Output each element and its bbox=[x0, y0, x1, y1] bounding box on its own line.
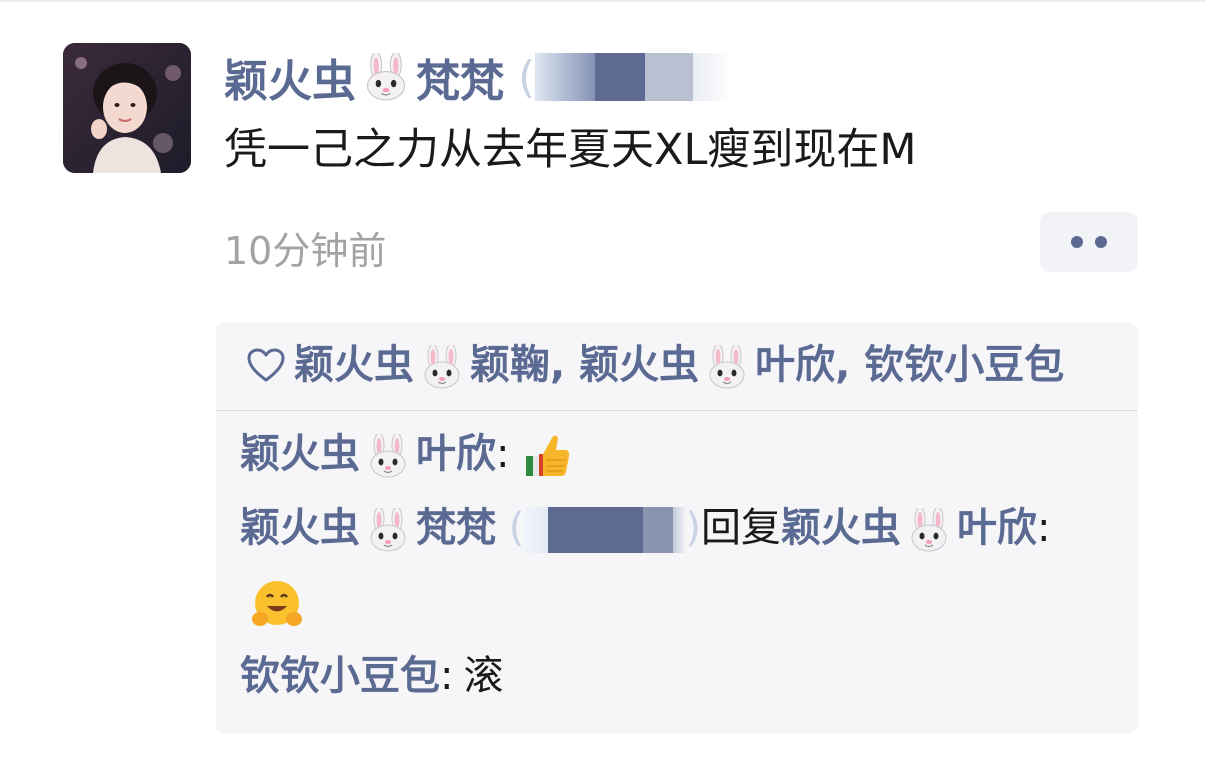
comment-item[interactable]: 颖火虫 梵梵 ()回复颖火虫 叶欣: bbox=[240, 491, 1114, 565]
comment-item[interactable]: 钦钦小豆包: 滚 bbox=[240, 639, 1114, 713]
comment-text: 滚 bbox=[463, 653, 504, 699]
rabbit-face-emoji bbox=[911, 508, 947, 552]
reply-word: 回复 bbox=[700, 505, 781, 551]
more-dots-icon bbox=[1071, 236, 1083, 248]
likes-list: 颖火虫 颖鞠, 颖火虫 叶欣, 钦钦小豆包 bbox=[216, 322, 1138, 411]
rabbit-face-emoji bbox=[709, 345, 745, 389]
comment-author[interactable]: 钦钦小豆包 bbox=[240, 653, 440, 699]
like-name[interactable]: 颖火虫 bbox=[294, 342, 414, 388]
author-name-part1[interactable]: 颖火虫 bbox=[224, 45, 356, 109]
top-divider bbox=[0, 0, 1206, 2]
redacted-name-blur bbox=[524, 507, 549, 553]
comment-author[interactable]: 颖火虫 bbox=[240, 431, 360, 477]
reply-target[interactable]: 颖火虫 bbox=[781, 505, 901, 551]
author-paren: ( bbox=[508, 505, 525, 551]
author-paren: ( bbox=[518, 51, 536, 103]
redacted-name-blur bbox=[645, 53, 694, 101]
redacted-name-blur bbox=[548, 507, 644, 553]
comment-separator: : bbox=[1036, 505, 1051, 551]
rabbit-face-emoji bbox=[370, 508, 406, 552]
interaction-panel: 颖火虫 颖鞠, 颖火虫 叶欣, 钦钦小豆包 颖火虫 叶欣: 颖火虫 梵梵 ()回复颖火虫… bbox=[216, 322, 1138, 734]
post-author[interactable]: 颖火虫 梵梵 ( bbox=[224, 44, 1144, 110]
redacted-name-blur bbox=[693, 53, 734, 101]
more-dots-icon bbox=[1095, 236, 1107, 248]
comments-list: 颖火虫 叶欣: 颖火虫 梵梵 ()回复颖火虫 叶欣: 钦钦小豆包: 滚 bbox=[216, 411, 1138, 713]
thumbs-up-emoji bbox=[526, 435, 570, 476]
rabbit-face-emoji bbox=[370, 434, 406, 478]
post-content: 凭一己之力从去年夏天XL瘦到现在M bbox=[224, 125, 917, 175]
post-timestamp: 10分钟前 bbox=[224, 229, 387, 273]
author-paren: ) bbox=[685, 505, 701, 551]
like-name[interactable]: 叶欣, 钦钦小豆包 bbox=[755, 342, 1064, 388]
redacted-name-blur bbox=[673, 507, 686, 553]
reply-target[interactable]: 叶欣 bbox=[957, 505, 1037, 551]
redacted-name-blur bbox=[595, 53, 646, 101]
redacted-name-blur bbox=[643, 507, 674, 553]
moments-post-screen: 颖火虫 梵梵 ( 凭一己之力从去年夏天XL瘦到现在M 10分钟前 颖火虫颖鞠, … bbox=[0, 0, 1206, 764]
rabbit-face-emoji bbox=[366, 53, 406, 101]
hugging-face-emoji bbox=[252, 581, 302, 626]
redacted-name-blur bbox=[535, 53, 596, 101]
like-name[interactable]: 颖鞠, 颖火虫 bbox=[470, 342, 699, 388]
comment-item[interactable]: 颖火虫 叶欣: bbox=[240, 417, 1114, 491]
more-actions-button[interactable] bbox=[1040, 212, 1138, 272]
comment-author[interactable]: 叶欣 bbox=[416, 431, 496, 477]
comment-author[interactable]: 梵梵 bbox=[416, 505, 496, 551]
comment-separator: : bbox=[440, 653, 454, 699]
heart-outline-icon bbox=[247, 348, 285, 382]
comment-separator: : bbox=[496, 431, 510, 477]
comment-author[interactable]: 颖火虫 bbox=[240, 505, 360, 551]
avatar[interactable] bbox=[63, 43, 191, 173]
post-body: 颖火虫 梵梵 ( 凭一己之力从去年夏天XL瘦到现在M bbox=[224, 44, 1144, 180]
rabbit-face-emoji bbox=[424, 345, 460, 389]
post-meta: 10分钟前 bbox=[224, 212, 1138, 274]
author-name-part2[interactable]: 梵梵 bbox=[416, 45, 504, 109]
comment-continuation bbox=[240, 565, 1114, 639]
